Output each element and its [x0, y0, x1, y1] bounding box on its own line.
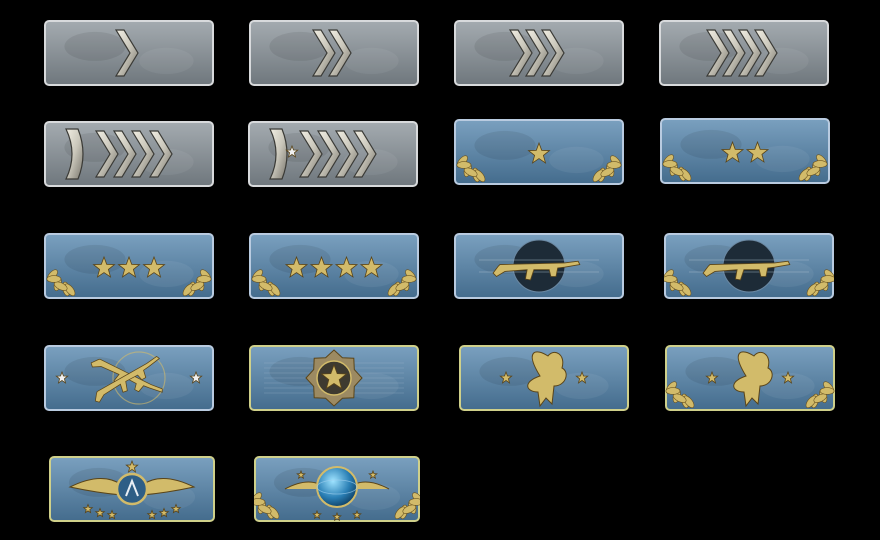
rank-icon-chevron — [454, 20, 624, 86]
rank-badge-gold-nova-3 — [44, 233, 214, 299]
rank-badge-master-guardian-elite — [44, 345, 214, 411]
rank-badge-legendary-eagle-master — [665, 345, 835, 411]
rank-badge-distinguished-master-guardian — [249, 345, 419, 411]
rank-badge-supreme-master-first-class — [49, 456, 215, 522]
rank-icon-bar-star-chevron — [248, 121, 418, 187]
rank-icon-chevron — [659, 20, 829, 86]
rank-icon-bar-chevron — [44, 121, 214, 187]
rank-badge-silver-elite-master — [248, 121, 418, 187]
rank-icon-stars-laurel — [660, 118, 830, 184]
rank-badge-gold-nova-2 — [660, 118, 830, 184]
rank-icon-chevron — [249, 20, 419, 86]
rank-badge-master-guardian-2 — [664, 233, 834, 299]
rank-badge-silver-1 — [44, 20, 214, 86]
rank-icon-rifle-laurel — [664, 233, 834, 299]
rank-badge-silver-elite — [44, 121, 214, 187]
rank-icon-stars-laurel — [454, 119, 624, 185]
rank-icon-chevron — [44, 20, 214, 86]
rank-badge-gold-nova-master — [249, 233, 419, 299]
rank-icon-eagle-laurel — [665, 345, 835, 411]
rank-icon-stars-laurel — [249, 233, 419, 299]
rank-badge-master-guardian-1 — [454, 233, 624, 299]
rank-badge-silver-3 — [454, 20, 624, 86]
rank-icon-eagle — [459, 345, 629, 411]
rank-badge-silver-4 — [659, 20, 829, 86]
rank-icon-rifle — [454, 233, 624, 299]
rank-icon-globe-wings — [254, 456, 420, 522]
rank-badge-silver-2 — [249, 20, 419, 86]
rank-icon-star-medal — [249, 345, 419, 411]
rank-icon-stars-laurel — [44, 233, 214, 299]
rank-badge-global-elite — [254, 456, 420, 522]
rank-icon-winged-emblem — [49, 456, 215, 522]
rank-badge-gold-nova-1 — [454, 119, 624, 185]
rank-badge-legendary-eagle — [459, 345, 629, 411]
rank-icon-crossed-rifles — [44, 345, 214, 411]
